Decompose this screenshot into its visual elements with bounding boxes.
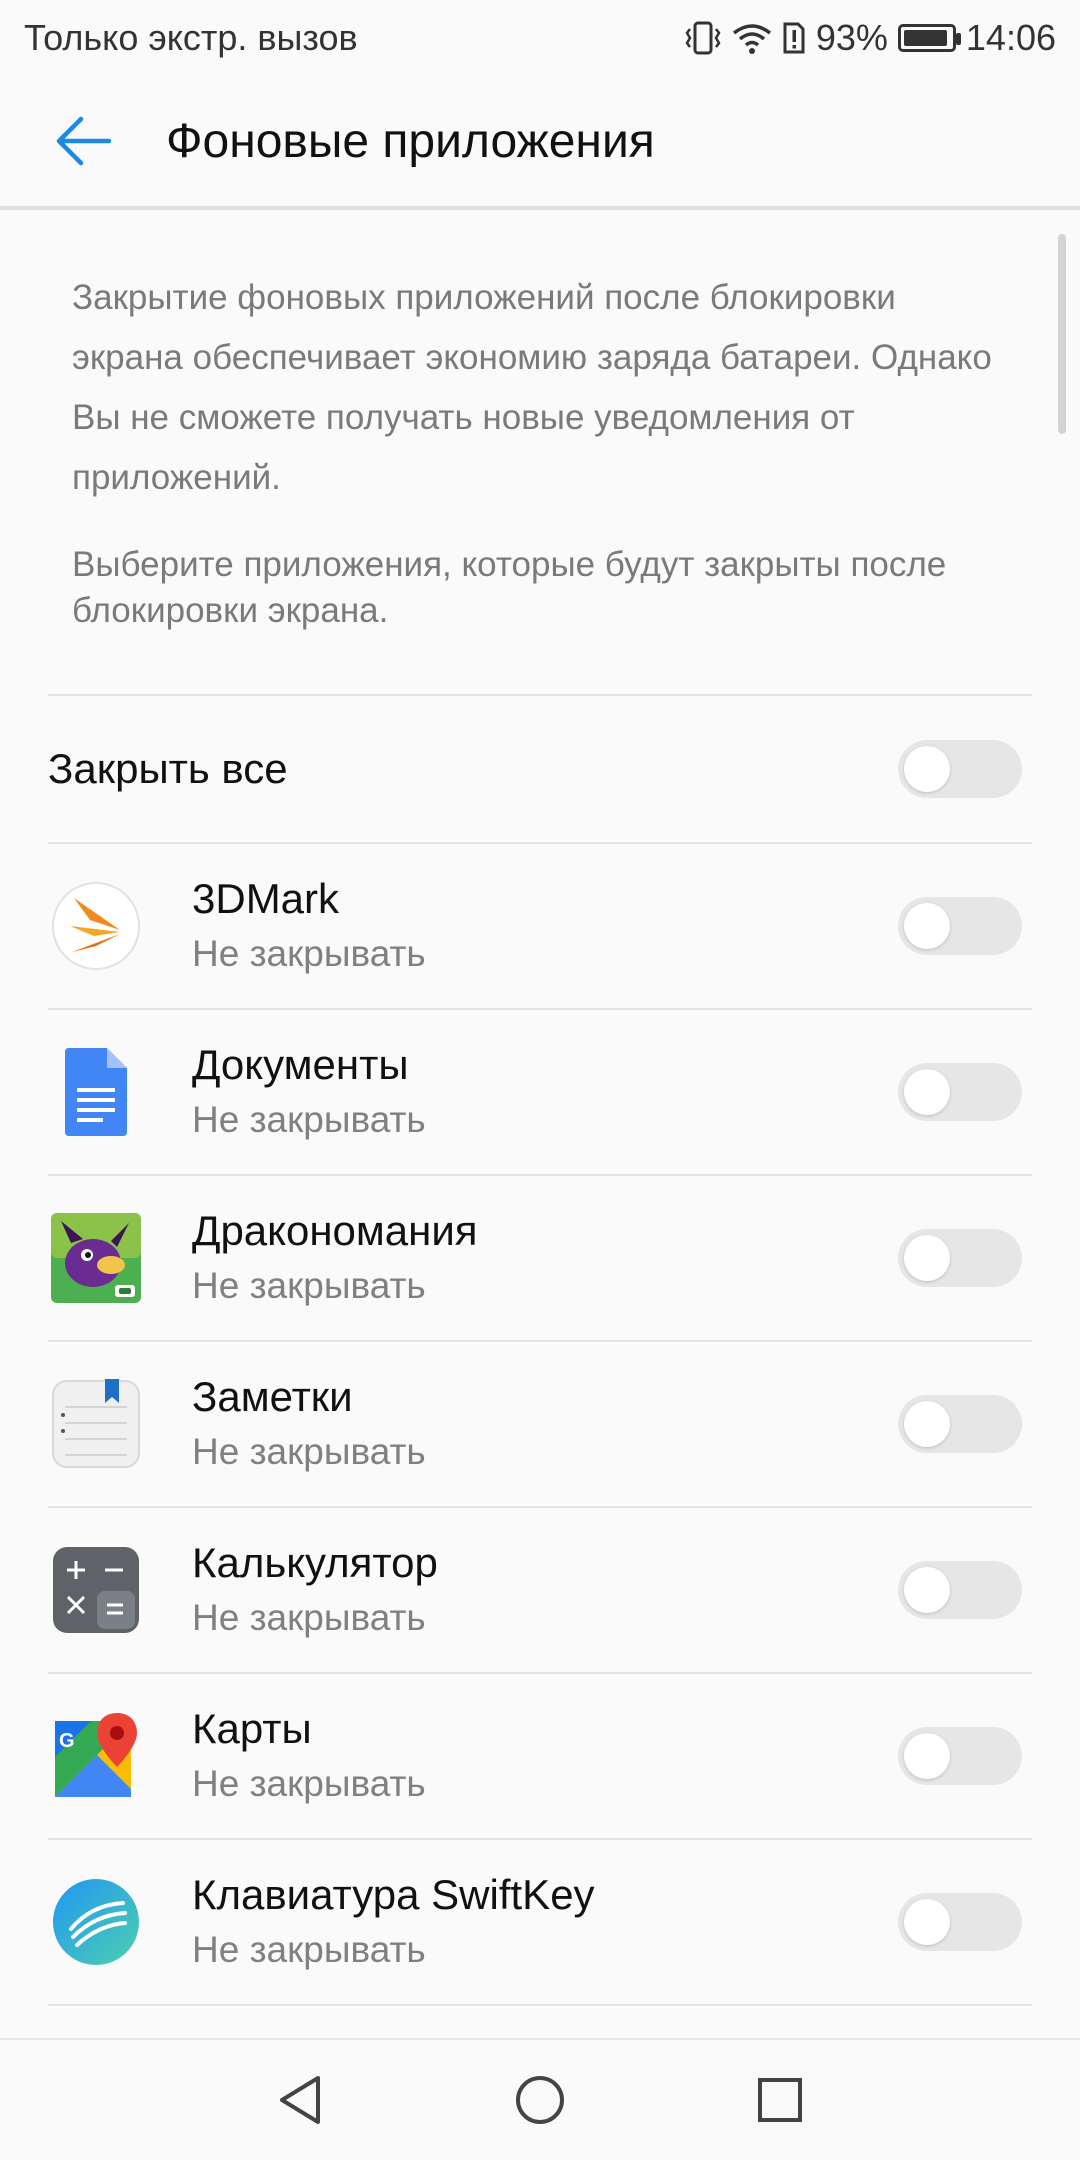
close-all-row[interactable]: Закрыть все	[48, 696, 1032, 844]
toggle-knob	[904, 1899, 950, 1945]
list-item-calculator[interactable]: Калькулятор Не закрывать	[48, 1508, 1032, 1674]
app-status: Не закрывать	[192, 1431, 426, 1472]
app-status: Не закрывать	[192, 1763, 426, 1804]
page-title: Фоновые приложения	[166, 114, 655, 168]
dragon-game-icon	[48, 1210, 144, 1306]
instruction-text: Выберите приложения, которые будут закры…	[72, 545, 947, 630]
app-list: Закрыть все 3DMark Не закрывать Документ…	[48, 694, 1032, 2006]
back-triangle-icon	[280, 2076, 320, 2124]
status-icons: 93% 14:06	[684, 17, 1056, 59]
toggle-knob	[904, 1733, 950, 1779]
toggle-knob	[904, 1069, 950, 1115]
app-bar: Фоновые приложения	[0, 76, 1080, 210]
app-name: Заметки	[192, 1373, 353, 1420]
app-status: Не закрывать	[192, 1597, 426, 1638]
app-toggle[interactable]	[898, 897, 1022, 955]
app-toggle[interactable]	[898, 1063, 1022, 1121]
app-toggle[interactable]	[898, 1893, 1022, 1951]
list-item-docs[interactable]: Документы Не закрывать	[48, 1010, 1032, 1176]
list-item-swiftkey[interactable]: Клавиатура SwiftKey Не закрывать	[48, 1840, 1032, 2006]
app-toggle[interactable]	[898, 1727, 1022, 1785]
app-status: Не закрывать	[192, 933, 426, 974]
toggle-knob	[904, 1401, 950, 1447]
swiftkey-icon	[48, 1874, 144, 1970]
back-button[interactable]	[40, 98, 126, 184]
description: Закрытие фоновых приложений после блокир…	[72, 268, 1012, 634]
navigation-bar	[0, 2038, 1080, 2160]
description-text: Закрытие фоновых приложений после блокир…	[72, 278, 992, 497]
app-status: Не закрывать	[192, 1929, 426, 1970]
app-toggle[interactable]	[898, 1561, 1022, 1619]
toggle-knob	[904, 746, 950, 792]
list-item-notes[interactable]: Заметки Не закрывать	[48, 1342, 1032, 1508]
battery-percent: 93%	[815, 17, 888, 58]
nav-home-button[interactable]	[505, 2065, 575, 2135]
carrier-text: Только экстр. вызов	[24, 17, 358, 58]
app-name: Клавиатура SwiftKey	[192, 1871, 595, 1918]
home-circle-icon	[516, 2076, 564, 2124]
app-name: Документы	[192, 1041, 409, 1088]
google-docs-icon	[48, 1044, 144, 1140]
vibrate-icon	[684, 20, 722, 56]
close-all-label: Закрыть все	[48, 745, 288, 792]
toggle-knob	[904, 903, 950, 949]
nav-recents-button[interactable]	[745, 2065, 815, 2135]
clock: 14:06	[965, 17, 1056, 58]
arrow-left-icon	[56, 116, 112, 166]
status-bar: Только экстр. вызов 93% 14:06	[0, 0, 1080, 76]
recents-square-icon	[758, 2078, 802, 2122]
list-item-3dmark[interactable]: 3DMark Не закрывать	[48, 844, 1032, 1010]
app-name: 3DMark	[192, 875, 340, 922]
toggle-knob	[904, 1567, 950, 1613]
app-toggle[interactable]	[898, 1395, 1022, 1453]
app-toggle[interactable]	[898, 1229, 1022, 1287]
alert-icon	[782, 21, 806, 55]
app-status: Не закрывать	[192, 1265, 426, 1306]
app-status: Не закрывать	[192, 1099, 426, 1140]
battery-icon	[897, 24, 961, 52]
wifi-icon	[732, 21, 772, 55]
app-name: Калькулятор	[192, 1539, 438, 1586]
notes-icon	[48, 1376, 144, 1472]
close-all-toggle[interactable]	[898, 740, 1022, 798]
svg-text:G: G	[59, 1730, 75, 1752]
battery-fill	[903, 30, 947, 46]
toggle-knob	[904, 1235, 950, 1281]
nav-back-button[interactable]	[265, 2065, 335, 2135]
google-maps-icon: G	[48, 1708, 144, 1804]
scroll-indicator[interactable]	[1058, 234, 1066, 434]
list-item-maps[interactable]: G Карты Не закрывать	[48, 1674, 1032, 1840]
3dmark-icon	[48, 878, 144, 974]
list-item-dragon-game[interactable]: Дракономания Не закрывать	[48, 1176, 1032, 1342]
calculator-icon	[48, 1542, 144, 1638]
app-name: Дракономания	[192, 1207, 478, 1254]
app-name: Карты	[192, 1705, 312, 1752]
